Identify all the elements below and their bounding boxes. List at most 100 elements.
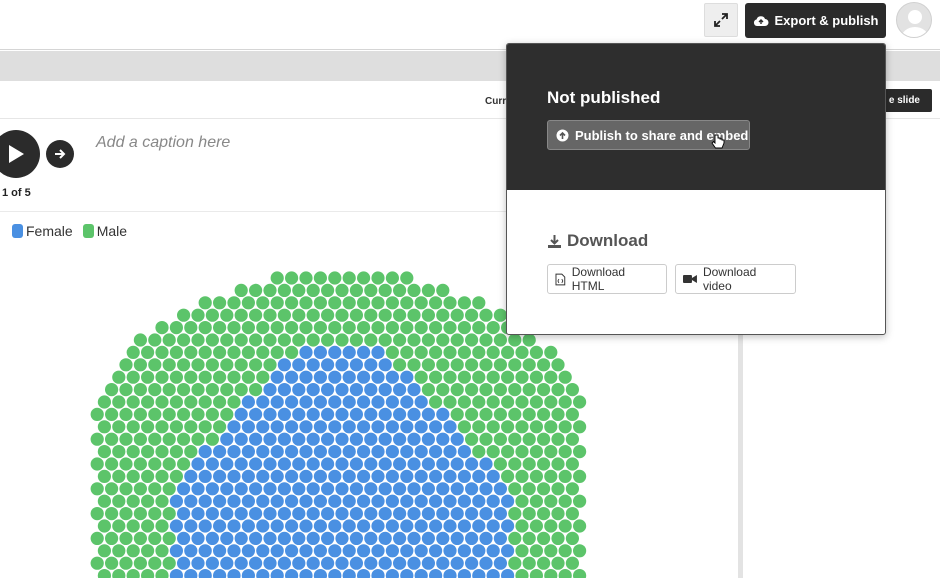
download-video-button[interactable]: Download video: [675, 264, 796, 294]
dot-female: [400, 519, 414, 533]
dot-male: [436, 358, 450, 372]
dot-female: [169, 519, 183, 533]
dot-female: [371, 569, 385, 578]
dot-female: [450, 457, 464, 471]
dot-female: [493, 482, 507, 496]
dot-female: [177, 531, 191, 546]
dot-female: [414, 494, 428, 508]
dot-male: [385, 296, 399, 310]
dot-male: [126, 370, 140, 384]
dot-male: [573, 494, 587, 508]
dot-male: [436, 383, 450, 397]
dot-female: [306, 383, 320, 397]
dot-female: [349, 358, 363, 372]
dot-male: [472, 321, 486, 335]
dot-male: [162, 407, 176, 421]
dot-male: [126, 544, 140, 558]
dot-female: [378, 506, 392, 521]
dot-female: [184, 494, 198, 508]
dot-male: [205, 308, 219, 322]
dot-male: [479, 383, 493, 397]
dot-female: [486, 469, 500, 483]
dot-male: [558, 445, 572, 459]
dot-female: [393, 506, 407, 521]
dot-male: [198, 345, 212, 359]
dot-male: [465, 333, 479, 347]
dot-female: [493, 506, 507, 521]
dot-male: [522, 482, 536, 496]
dot-female: [364, 432, 378, 446]
dot-male: [486, 345, 500, 359]
dot-female: [414, 420, 428, 434]
dot-male: [558, 569, 572, 578]
dot-female: [457, 494, 471, 508]
dot-male: [544, 395, 558, 409]
dot-female: [443, 569, 457, 578]
download-html-button[interactable]: Download HTML: [547, 264, 667, 294]
dot-female: [357, 395, 371, 409]
dot-female: [429, 519, 443, 533]
dot-male: [407, 358, 421, 372]
dot-female: [285, 544, 299, 558]
dot-female: [357, 569, 371, 578]
dot-female: [270, 469, 284, 483]
dot-female: [241, 395, 255, 409]
dot-male: [493, 383, 507, 397]
dot-male: [349, 308, 363, 322]
dot-male: [155, 469, 169, 483]
dot-female: [501, 544, 515, 558]
dot-female: [220, 432, 234, 446]
dot-female: [227, 445, 241, 459]
dot-female: [285, 469, 299, 483]
dot-male: [126, 395, 140, 409]
dot-female: [299, 420, 313, 434]
dot-male: [544, 544, 558, 558]
dot-male: [90, 432, 104, 446]
dot-female: [313, 445, 327, 459]
dot-female: [349, 556, 363, 570]
dot-male: [378, 283, 392, 297]
dot-male: [472, 370, 486, 384]
dot-male: [177, 333, 191, 347]
dot-male: [429, 321, 443, 335]
dot-female: [191, 556, 205, 570]
dot-female: [277, 531, 291, 546]
dot-male: [141, 445, 155, 459]
dot-female: [414, 445, 428, 459]
dot-male: [450, 358, 464, 372]
dot-female: [277, 482, 291, 496]
dot-female: [436, 407, 450, 421]
dot-male: [472, 445, 486, 459]
dot-male: [213, 395, 227, 409]
dot-female: [270, 544, 284, 558]
dot-female: [421, 407, 435, 421]
dot-male: [299, 296, 313, 310]
dot-female: [321, 432, 335, 446]
dot-female: [213, 494, 227, 508]
dot-male: [234, 283, 248, 297]
dot-female: [450, 556, 464, 570]
dot-female: [335, 506, 349, 521]
dot-female: [234, 432, 248, 446]
dot-male: [544, 469, 558, 483]
dot-male: [479, 432, 493, 446]
dot-female: [277, 358, 291, 372]
dot-male: [573, 420, 587, 434]
dot-male: [213, 420, 227, 434]
dot-male: [565, 482, 580, 496]
dot-female: [169, 544, 183, 558]
dot-female: [357, 494, 371, 508]
dot-female: [364, 407, 378, 421]
dot-male: [141, 420, 155, 434]
dot-female: [234, 407, 248, 421]
dot-male: [515, 494, 529, 508]
dot-male: [529, 519, 544, 533]
dot-male: [342, 296, 356, 310]
dot-female: [357, 420, 371, 434]
dot-female: [321, 482, 335, 496]
dot-female: [371, 395, 385, 409]
dot-male: [119, 383, 133, 397]
dot-female: [400, 395, 414, 409]
download-title: Download: [547, 231, 648, 251]
dot-female: [256, 569, 270, 578]
